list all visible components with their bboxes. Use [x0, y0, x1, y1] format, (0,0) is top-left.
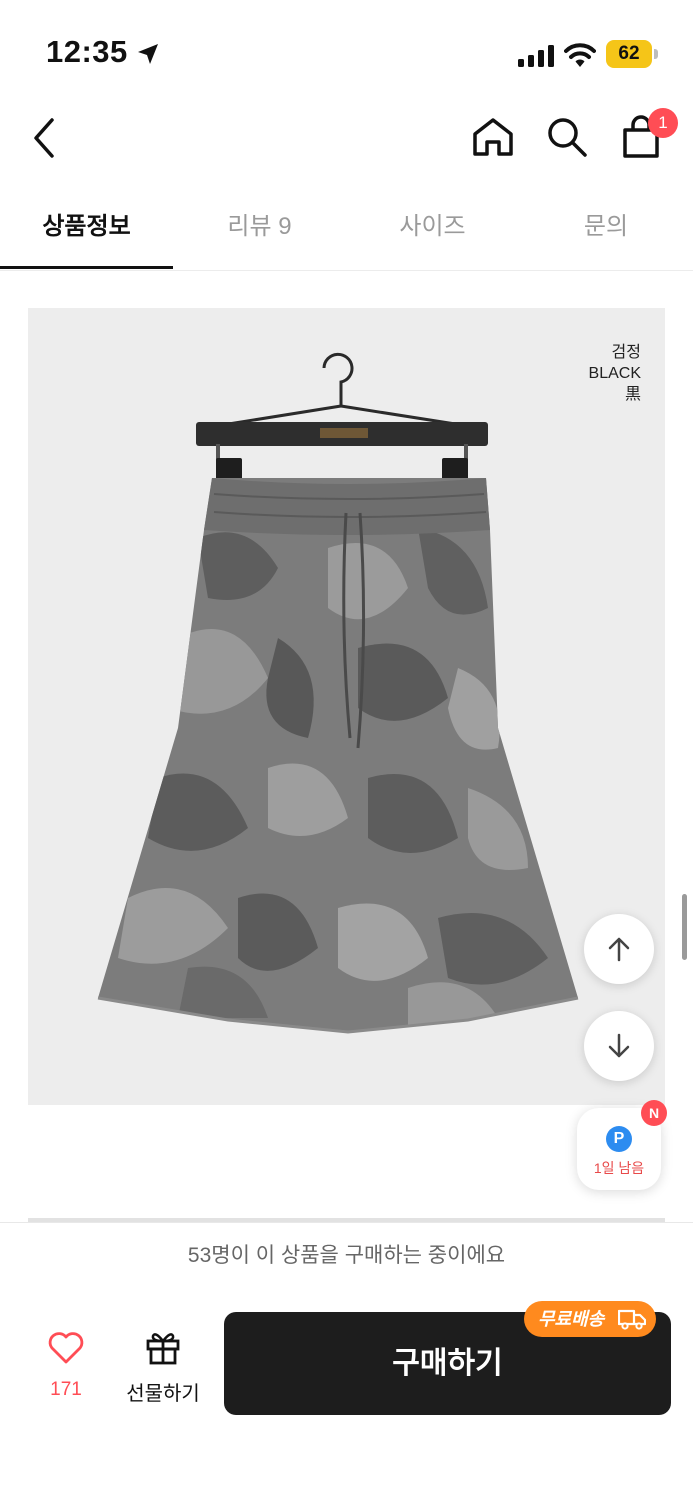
color-label-japanese: 黒 — [624, 386, 641, 403]
home-icon[interactable] — [470, 114, 516, 160]
color-label-english: BLACK — [588, 365, 641, 382]
nav-bar: 1 — [0, 100, 693, 180]
like-count: 171 — [50, 1379, 82, 1400]
heart-icon — [48, 1332, 84, 1364]
back-icon[interactable] — [28, 116, 62, 160]
new-badge: N — [641, 1100, 667, 1126]
point-remaining-label: 1일 남음 — [593, 1160, 645, 1176]
tab-product-info[interactable]: 상품정보 — [0, 186, 173, 268]
gift-label: 선물하기 — [126, 1383, 200, 1405]
truck-icon — [618, 1309, 646, 1330]
skirt-photo — [97, 352, 579, 1034]
cart-count-badge: 1 — [648, 108, 678, 138]
tab-reviews[interactable]: 리뷰 9 — [173, 186, 346, 268]
battery-icon: 62 — [606, 40, 658, 70]
tab-inquiry[interactable]: 문의 — [519, 186, 693, 268]
scroll-up-button[interactable] — [584, 914, 654, 984]
point-icon: P — [606, 1126, 632, 1152]
arrow-down-icon — [608, 1033, 630, 1058]
color-label-korean: 검정 — [611, 344, 641, 361]
status-bar: 12:35 62 — [0, 0, 693, 100]
viewer-count-banner: 53명이 이 상품을 구매하는 중이에요 — [0, 1222, 693, 1290]
location-arrow-icon — [138, 44, 158, 64]
product-image: 검정 BLACK 黒 — [28, 308, 665, 1105]
search-icon[interactable] — [544, 114, 590, 160]
active-tab-indicator — [0, 266, 173, 269]
free-shipping-label: 무료배송 — [538, 1309, 605, 1329]
bottom-action-bar: 171 선물하기 구매하기 무료배송 — [0, 1289, 693, 1500]
gift-button[interactable]: 선물하기 — [118, 1325, 208, 1405]
signal-icon — [518, 45, 554, 67]
like-button[interactable]: 171 — [30, 1325, 102, 1405]
free-shipping-badge: 무료배송 — [524, 1301, 656, 1337]
product-tabs: 상품정보 리뷰 9 사이즈 문의 — [0, 186, 693, 271]
status-time: 12:35 — [46, 34, 128, 69]
battery-level: 62 — [618, 43, 640, 64]
scroll-down-button[interactable] — [584, 1011, 654, 1081]
arrow-up-icon — [608, 937, 630, 962]
wifi-icon — [564, 43, 596, 67]
gift-icon — [146, 1333, 180, 1365]
tab-size[interactable]: 사이즈 — [346, 186, 519, 268]
color-label: 검정 BLACK 黒 — [589, 342, 641, 405]
scrollbar[interactable] — [682, 894, 687, 960]
